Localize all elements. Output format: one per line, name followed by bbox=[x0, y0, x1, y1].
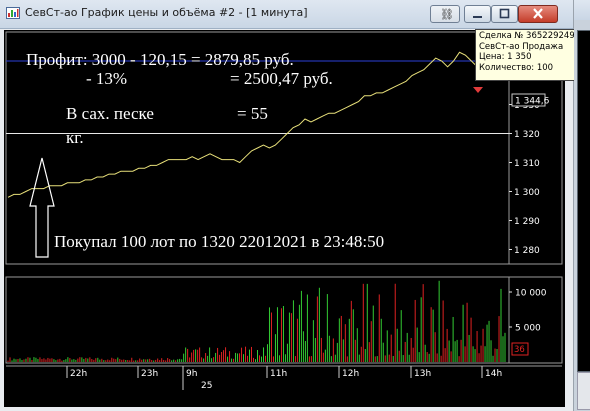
time-tick-label: 12h bbox=[342, 369, 359, 379]
profit-annotation: Профит: 3000 - 120,15 = 2879,85 руб. bbox=[26, 50, 294, 69]
sugar-value: = 55 bbox=[237, 104, 268, 123]
price-tick-label: 1 300 bbox=[514, 188, 540, 198]
adjacent-window-titlebar[interactable] bbox=[574, 0, 590, 20]
link-button[interactable]: ⛓ bbox=[430, 5, 460, 23]
close-button[interactable] bbox=[518, 5, 558, 23]
maximize-button[interactable] bbox=[491, 5, 518, 23]
tax-annotation-right: = 2500,47 руб. bbox=[230, 69, 333, 88]
link-icon: ⛓ bbox=[440, 8, 454, 21]
price-tick-label: 1 280 bbox=[514, 246, 540, 256]
price-volume-chart[interactable]: 1 3501 3401 3301 3201 3101 3001 2901 280… bbox=[4, 30, 565, 407]
tooltip-quantity: Количество: 100 bbox=[479, 62, 554, 73]
chart-window: СевСт-ао График цены и объёма #2 - [1 ми… bbox=[0, 0, 589, 411]
time-tick-label: 13h bbox=[414, 369, 431, 379]
time-tick-label: 9h bbox=[186, 369, 197, 379]
up-arrow-annotation bbox=[29, 157, 55, 258]
tax-annotation-left: - 13% bbox=[86, 69, 127, 88]
time-tick-label: 11h bbox=[270, 369, 287, 379]
sugar-annotation: В сах. песке bbox=[66, 104, 154, 123]
time-tick-label: 14h bbox=[485, 369, 502, 379]
price-tick-label: 1 290 bbox=[514, 217, 540, 227]
date-label: 25 bbox=[201, 381, 212, 391]
volume-pane-frame bbox=[5, 276, 563, 364]
time-tick-label: 23h bbox=[141, 369, 158, 379]
window-title: СевСт-ао График цены и объёма #2 - [1 ми… bbox=[25, 6, 308, 19]
title-bar[interactable]: СевСт-ао График цены и объёма #2 - [1 ми… bbox=[0, 0, 573, 29]
volume-tick-label: 5 000 bbox=[515, 324, 541, 334]
price-tick-label: 1 310 bbox=[514, 159, 540, 169]
chart-window-icon bbox=[6, 7, 20, 19]
volume-indicator: 36 bbox=[514, 345, 525, 355]
trade-marker bbox=[473, 87, 483, 93]
time-tick-label: 22h bbox=[70, 369, 87, 379]
sugar-unit: кг. bbox=[66, 128, 84, 147]
maximize-icon bbox=[499, 8, 510, 19]
buy-annotation: Покупал 100 лот по 1320 22012021 в 23:48… bbox=[54, 232, 384, 251]
adjacent-scroll-area[interactable] bbox=[577, 372, 590, 410]
adjacent-window-edge bbox=[574, 0, 590, 411]
price-tick-label: 1 320 bbox=[514, 130, 540, 140]
current-price-label: 1 344,6 bbox=[515, 97, 550, 107]
trade-tooltip: Сделка № 3652292490 СевСт-ао Продажа Цен… bbox=[475, 29, 589, 81]
volume-tick-label: 10 000 bbox=[515, 289, 547, 299]
tooltip-trade-id: Сделка № 3652292490 bbox=[479, 31, 581, 41]
tooltip-price: Цена: 1 350 bbox=[479, 52, 532, 62]
chart-canvas[interactable]: 1 3501 3401 3301 3201 3101 3001 2901 280… bbox=[4, 30, 565, 407]
tooltip-instrument: СевСт-ао Продажа bbox=[479, 41, 564, 52]
adjacent-chart-edge bbox=[577, 30, 590, 372]
svg-text:⛓: ⛓ bbox=[440, 8, 454, 21]
close-icon bbox=[533, 8, 543, 19]
minimize-icon bbox=[473, 16, 482, 18]
minimize-button[interactable] bbox=[464, 5, 491, 23]
